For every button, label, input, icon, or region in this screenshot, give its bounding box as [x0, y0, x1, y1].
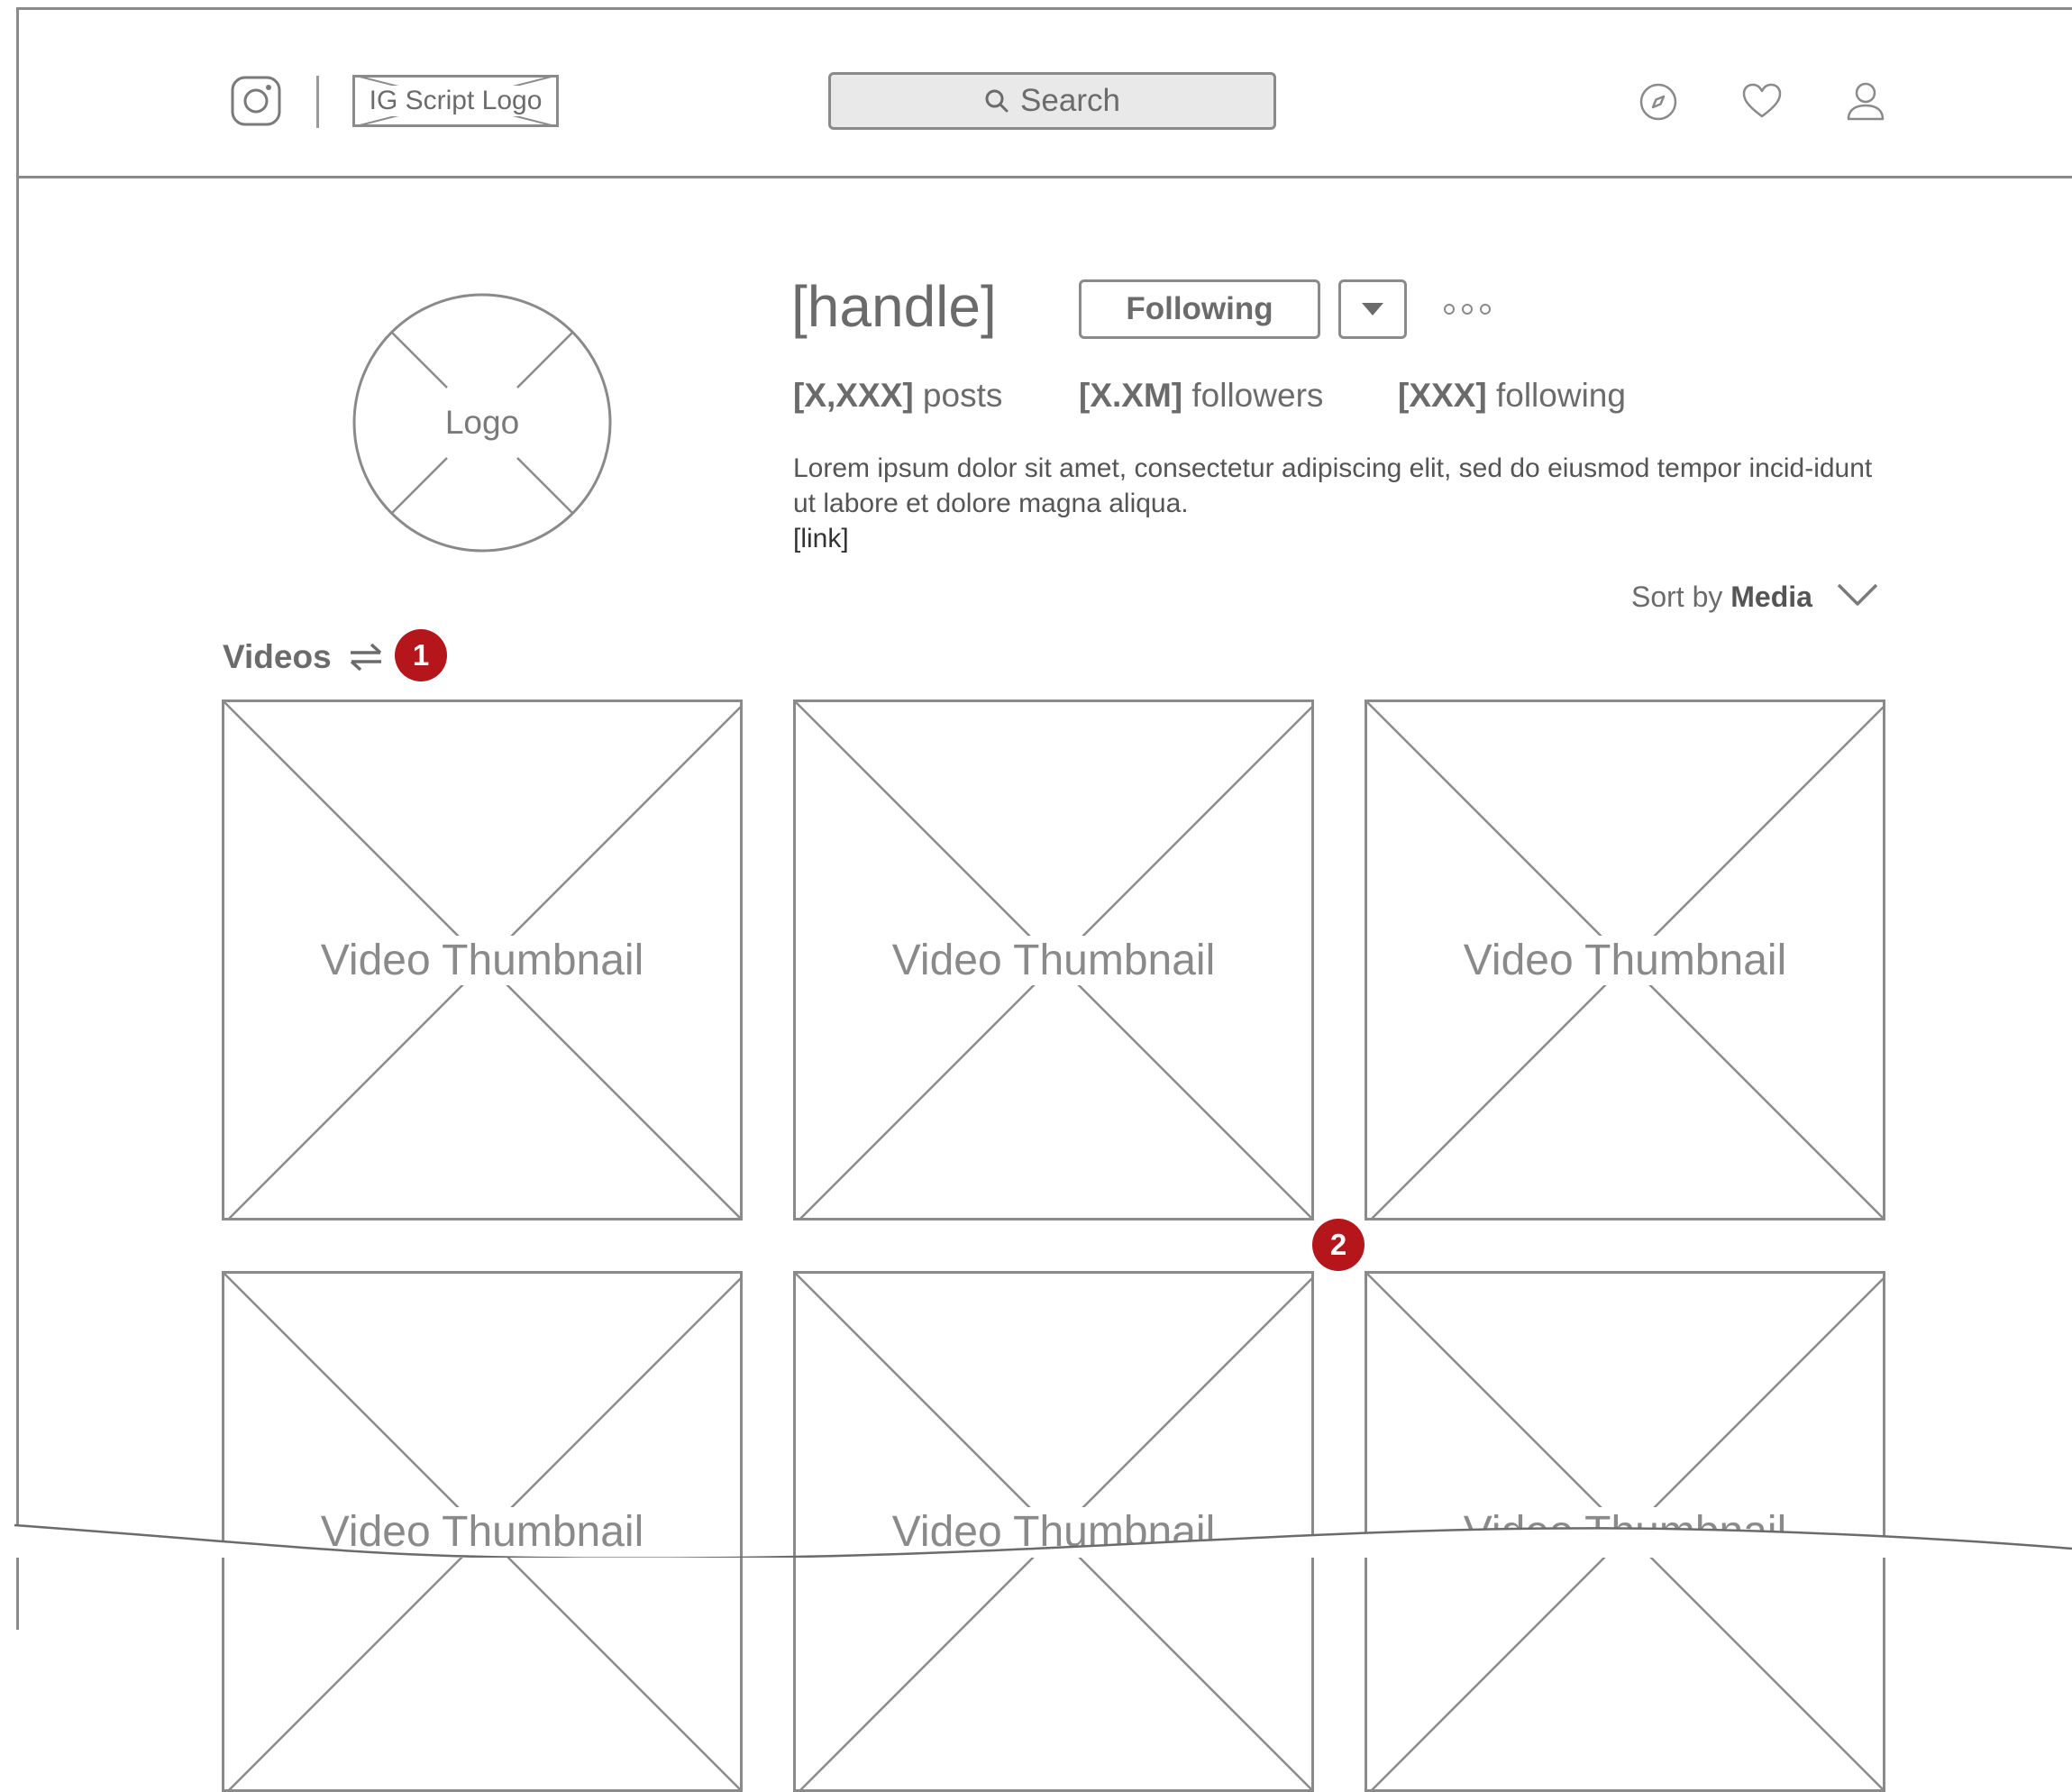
- compass-icon[interactable]: [1636, 79, 1681, 124]
- followers-label: followers: [1182, 377, 1324, 414]
- profile-logo: Logo: [351, 292, 613, 553]
- video-thumbnail[interactable]: Video Thumbnail: [1365, 699, 1885, 1221]
- profile-bio: Lorem ipsum dolor sit amet, consectetur …: [793, 453, 1873, 518]
- sort-prefix: Sort by: [1631, 581, 1731, 613]
- posts-label: posts: [913, 377, 1003, 414]
- header-divider: [16, 176, 2072, 178]
- script-logo[interactable]: IG Script Logo: [352, 75, 559, 127]
- videos-heading: Videos: [223, 638, 332, 675]
- profile-logo-label: Logo: [444, 404, 520, 441]
- following-dropdown-button[interactable]: [1338, 279, 1407, 339]
- video-thumbnail[interactable]: Video Thumbnail: [222, 699, 743, 1221]
- followers-count[interactable]: [X.XM] followers: [1079, 375, 1323, 416]
- user-icon[interactable]: [1843, 79, 1888, 124]
- posts-count: [X,XXX] posts: [793, 375, 1002, 416]
- video-thumbnail-label: Video Thumbnail: [1457, 935, 1793, 985]
- search-icon: [985, 89, 1009, 113]
- video-thumbnail-label: Video Thumbnail: [886, 935, 1221, 985]
- sort-control[interactable]: Sort by Media: [1631, 577, 1812, 617]
- following-button[interactable]: Following: [1079, 279, 1320, 339]
- following-count[interactable]: [XXX] following: [1398, 375, 1626, 416]
- annotation-badge-2: 2: [1312, 1219, 1365, 1271]
- chevron-down-icon[interactable]: [1835, 581, 1880, 609]
- more-options-icon[interactable]: [1442, 300, 1492, 318]
- script-logo-text: IG Script Logo: [369, 86, 543, 115]
- video-thumbnail[interactable]: Video Thumbnail: [793, 699, 1314, 1221]
- sort-value: Media: [1730, 581, 1812, 613]
- instagram-icon[interactable]: [231, 76, 281, 126]
- following-value: [XXX]: [1398, 377, 1487, 414]
- swap-icon[interactable]: [348, 641, 384, 673]
- video-thumbnail-label: Video Thumbnail: [315, 935, 650, 985]
- annotation-badge-1: 1: [395, 629, 447, 681]
- search-label: Search: [1020, 83, 1120, 118]
- following-label: following: [1486, 377, 1626, 414]
- profile-handle: [handle]: [791, 274, 997, 339]
- heart-icon[interactable]: [1739, 79, 1784, 124]
- posts-value: [X,XXX]: [793, 377, 914, 414]
- torn-page-edge: [0, 1523, 2072, 1558]
- caret-down-icon: [1362, 303, 1383, 315]
- logo-divider: [316, 76, 319, 128]
- search-bar[interactable]: Search: [828, 72, 1276, 130]
- followers-value: [X.XM]: [1079, 377, 1183, 414]
- profile-link[interactable]: [link]: [793, 521, 849, 556]
